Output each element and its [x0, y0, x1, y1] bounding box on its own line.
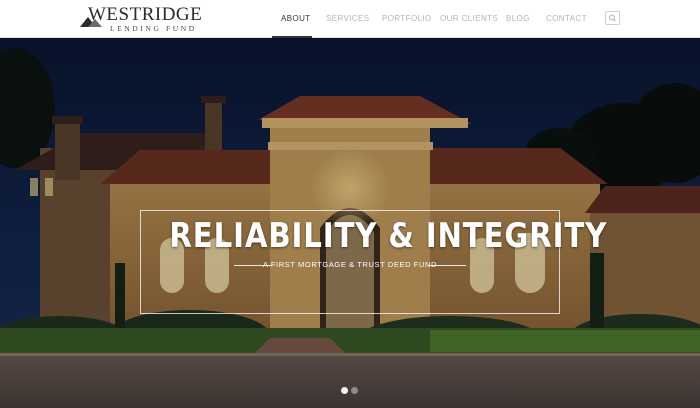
brand-tagline: LENDING FUND: [110, 24, 197, 33]
nav-item-portfolio[interactable]: PORTFOLIO: [382, 14, 432, 23]
nav-item-contact[interactable]: CONTACT: [546, 14, 587, 23]
nav-item-our-clients[interactable]: OUR CLIENTS: [440, 14, 498, 23]
hero-subtitle: A FIRST MORTGAGE & TRUST DEED FUND: [262, 260, 438, 269]
nav-item-about[interactable]: ABOUT: [281, 14, 311, 23]
search-icon: [609, 14, 616, 22]
slide-dot-1[interactable]: [341, 387, 348, 394]
nav-item-services[interactable]: SERVICES: [326, 14, 370, 23]
active-nav-indicator: [272, 36, 312, 38]
brand-name: WESTRIDGE: [88, 4, 203, 25]
logo[interactable]: WESTRIDGE LENDING FUND: [80, 5, 212, 33]
site-header: WESTRIDGE LENDING FUND ABOUT SERVICES PO…: [0, 0, 700, 38]
subtitle-right-rule: [428, 265, 466, 266]
hero-slider: RELIABILITY & INTEGRITY A FIRST MORTGAGE…: [0, 38, 700, 408]
search-button[interactable]: [605, 11, 620, 25]
slide-dot-2[interactable]: [351, 387, 358, 394]
nav-item-blog[interactable]: BLOG: [506, 14, 530, 23]
hero-title: RELIABILITY & INTEGRITY: [169, 216, 608, 256]
